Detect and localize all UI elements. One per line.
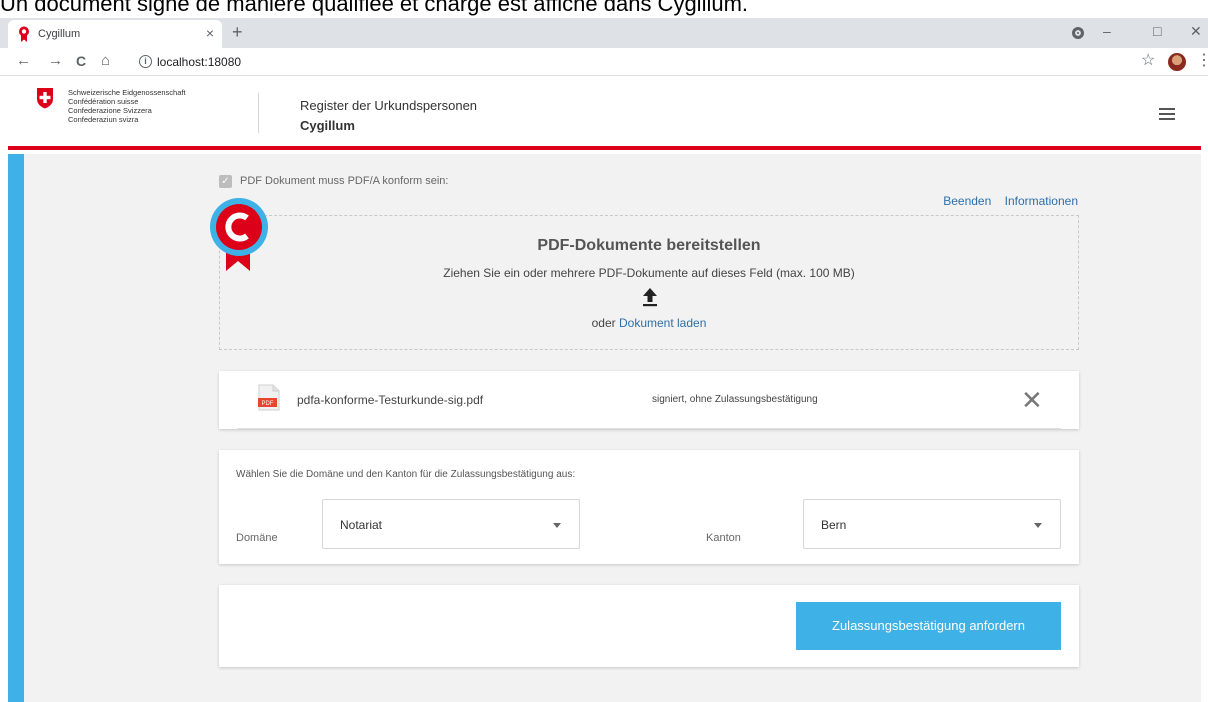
- pdfa-checkbox-label: PDF Dokument muss PDF/A konform sein:: [240, 175, 449, 187]
- hamburger-menu-icon[interactable]: [1159, 108, 1175, 121]
- pdf-file-icon: PDF: [258, 384, 280, 411]
- domain-canton-card: Wählen Sie die Domäne und den Kanton für…: [219, 450, 1079, 564]
- cygillum-favicon-icon: [19, 26, 29, 42]
- quit-link[interactable]: Beenden: [943, 194, 991, 208]
- browser-toolbar: ← → C ⌂ i localhost:18080 ☆ ⋮: [0, 48, 1208, 76]
- forward-button[interactable]: →: [48, 51, 63, 71]
- star-icon[interactable]: ☆: [1141, 51, 1155, 71]
- screenshot-root: Un document signé de manière qualifiée e…: [0, 0, 1208, 702]
- dropzone-or-line: oder Dokument laden: [220, 315, 1078, 331]
- canton-label: Kanton: [706, 532, 741, 544]
- federal-name-it: Confederazione Svizzera: [68, 106, 152, 115]
- file-status: signiert, ohne Zulassungsbestätigung: [652, 394, 818, 405]
- federal-name-de: Schweizerische Eidgenossenschaft: [68, 88, 186, 97]
- file-divider: [237, 428, 1061, 429]
- app-name: Cygillum: [300, 118, 355, 133]
- window-close-button[interactable]: ✕: [1190, 22, 1202, 40]
- new-tab-button[interactable]: +: [232, 20, 243, 44]
- browser-tab[interactable]: Cygillum ×: [8, 20, 222, 48]
- home-button[interactable]: ⌂: [101, 51, 110, 71]
- info-link[interactable]: Informationen: [1005, 194, 1078, 208]
- top-links: Beenden Informationen: [933, 193, 1078, 209]
- remove-file-icon[interactable]: ✕: [1021, 387, 1043, 413]
- action-card: Zulassungsbestätigung anfordern: [219, 585, 1079, 667]
- extension-icon[interactable]: [1072, 27, 1084, 39]
- profile-avatar-icon[interactable]: [1168, 53, 1186, 71]
- federal-name-rm: Confederaziun svizra: [68, 115, 139, 124]
- request-approval-button[interactable]: Zulassungsbestätigung anfordern: [796, 602, 1061, 650]
- site-info-icon[interactable]: i: [139, 55, 152, 68]
- federal-name-fr: Confédération suisse: [68, 97, 139, 106]
- dropzone-title: PDF-Dokumente bereitstellen: [537, 237, 761, 254]
- browser-tab-bar: Cygillum × + – □ ✕: [0, 18, 1208, 48]
- uploaded-file-card: PDF pdfa-konforme-Testurkunde-sig.pdf si…: [219, 371, 1079, 429]
- pdfa-checkbox[interactable]: ✓: [219, 175, 232, 188]
- maximize-button[interactable]: □: [1153, 22, 1161, 40]
- pdf-dropzone[interactable]: PDF-Dokumente bereitstellen Ziehen Sie e…: [219, 215, 1079, 350]
- kebab-menu-icon[interactable]: ⋮: [1196, 51, 1208, 71]
- dropzone-description: Ziehen Sie ein oder mehrere PDF-Dokument…: [443, 266, 855, 280]
- chevron-down-icon: [553, 523, 561, 528]
- selection-heading: Wählen Sie die Domäne und den Kanton für…: [236, 469, 576, 480]
- canton-select-value: Bern: [821, 518, 847, 532]
- swiss-cross-icon: [37, 88, 53, 109]
- screenshot-caption: Un document signé de manière qualifiée e…: [0, 0, 749, 16]
- domain-label: Domäne: [236, 532, 278, 544]
- cygillum-seal-icon: [210, 198, 268, 271]
- tab-title: Cygillum: [38, 28, 81, 40]
- header-divider: [258, 93, 259, 133]
- domain-select[interactable]: Notariat: [322, 499, 580, 549]
- load-document-link[interactable]: Dokument laden: [619, 316, 706, 330]
- register-title: Register der Urkundspersonen: [300, 98, 478, 113]
- federal-names: Schweizerische Eidgenossenschaft Confédé…: [68, 88, 186, 124]
- address-bar[interactable]: localhost:18080: [157, 54, 241, 70]
- left-accent-bar: [8, 154, 24, 702]
- file-name: pdfa-konforme-Testurkunde-sig.pdf: [297, 393, 484, 407]
- canton-select[interactable]: Bern: [803, 499, 1061, 549]
- domain-select-value: Notariat: [340, 518, 383, 532]
- chevron-down-icon: [1034, 523, 1042, 528]
- back-button[interactable]: ←: [16, 51, 31, 71]
- tab-close-icon[interactable]: ×: [206, 24, 214, 42]
- pdf-icon-label: PDF: [262, 401, 274, 407]
- upload-icon: [643, 288, 657, 307]
- main-content: ✓ PDF Dokument muss PDF/A konform sein: …: [8, 154, 1201, 702]
- app-header: Schweizerische Eidgenossenschaft Confédé…: [8, 77, 1201, 150]
- minimize-button[interactable]: –: [1103, 22, 1111, 40]
- reload-button[interactable]: C: [76, 51, 86, 71]
- dropzone-or-text: oder: [591, 316, 616, 330]
